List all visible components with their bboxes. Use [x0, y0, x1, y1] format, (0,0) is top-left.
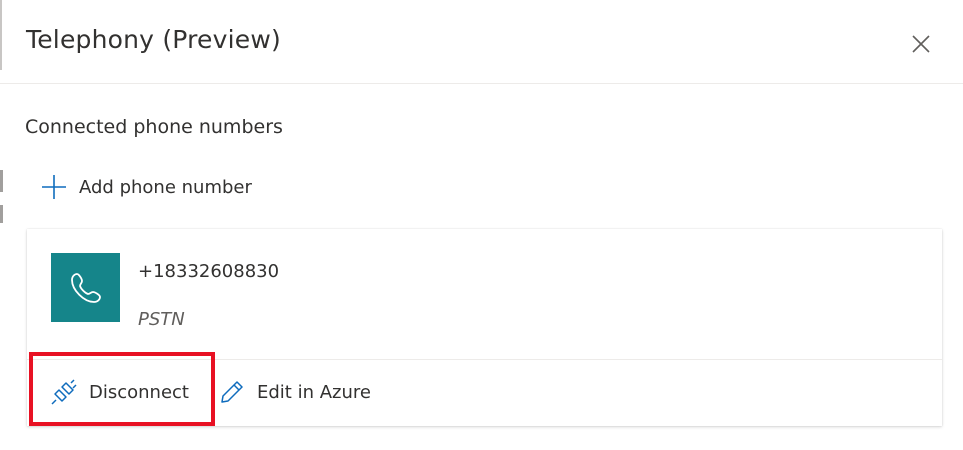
edit-in-azure-button[interactable]: Edit in Azure: [219, 377, 371, 407]
pencil-icon: [221, 381, 243, 403]
add-phone-number-label: Add phone number: [79, 176, 252, 198]
phone-number-card: +18332608830 PSTN Disconnect Edit in Azu…: [27, 229, 942, 426]
background-page-fragment: [0, 170, 3, 192]
add-phone-number-button[interactable]: Add phone number: [40, 172, 252, 202]
panel-title: Telephony (Preview): [26, 25, 281, 54]
close-icon: [912, 35, 930, 53]
card-divider: [27, 359, 942, 360]
edit-in-azure-label: Edit in Azure: [257, 381, 371, 403]
phone-number: +18332608830: [138, 261, 280, 282]
panel-header: Telephony (Preview): [0, 0, 963, 84]
close-button[interactable]: [904, 27, 938, 61]
background-page-fragment: [0, 205, 3, 223]
telephony-panel: Telephony (Preview) Connected phone numb…: [0, 0, 963, 450]
phone-tile: [51, 253, 120, 322]
plug-disconnect-icon: [51, 379, 77, 405]
disconnect-label: Disconnect: [89, 381, 189, 403]
phone-number-type: PSTN: [138, 309, 185, 330]
section-title: Connected phone numbers: [25, 116, 283, 138]
phone-icon: [70, 272, 101, 303]
disconnect-button[interactable]: Disconnect: [51, 377, 189, 407]
plus-icon: [42, 175, 66, 199]
